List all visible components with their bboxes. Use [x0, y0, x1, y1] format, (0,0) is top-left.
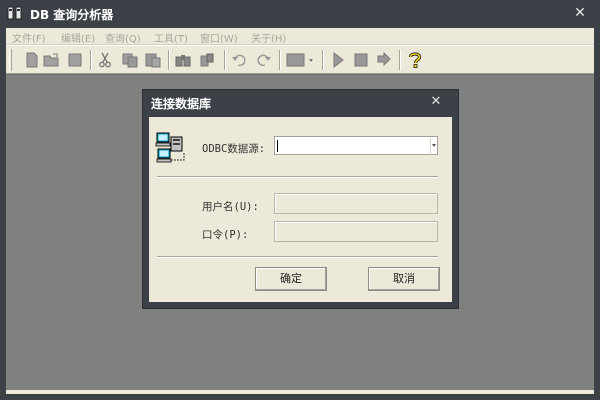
toolbar-separator: [399, 50, 401, 70]
save-icon[interactable]: [66, 51, 84, 69]
menu-edit[interactable]: 编辑(E): [61, 30, 95, 45]
paste-icon[interactable]: [144, 51, 162, 69]
dropdown-arrow-icon[interactable]: [430, 138, 436, 153]
dialog-body: ODBC数据源: 用户名(U): 口令(P): 确定 取消: [149, 117, 452, 302]
section-divider: [157, 256, 438, 258]
replace-icon[interactable]: [198, 51, 216, 69]
ok-button[interactable]: 确定: [255, 267, 327, 291]
toolbar-separator: [322, 50, 324, 70]
username-label: 用户名(U):: [202, 201, 259, 213]
app-icon: [7, 6, 22, 20]
menu-bar: 文件(F) 编辑(E) 查询(Q) 工具(T) 窗口(W) 关于(H): [6, 28, 594, 45]
text-cursor: [277, 140, 278, 152]
menu-tools[interactable]: 工具(T): [154, 30, 188, 45]
toolbar-separator: [279, 50, 281, 70]
database-select-icon[interactable]: [286, 51, 316, 69]
help-icon[interactable]: [406, 51, 424, 69]
run-icon[interactable]: [329, 51, 347, 69]
password-input[interactable]: [274, 221, 438, 242]
dialog-close-button[interactable]: ✕: [428, 93, 444, 111]
section-divider: [157, 176, 438, 178]
menu-file[interactable]: 文件(F): [12, 30, 46, 45]
odbc-source-select[interactable]: [274, 136, 438, 155]
main-titlebar: DB 查询分析器 ✕: [0, 0, 600, 28]
cut-icon[interactable]: [96, 51, 114, 69]
toolbar-separator: [224, 50, 226, 70]
toolbar-grip[interactable]: [9, 49, 12, 71]
copy-icon[interactable]: [121, 51, 139, 69]
odbc-source-label: ODBC数据源:: [202, 143, 266, 155]
cancel-button[interactable]: 取消: [368, 267, 440, 291]
computer-network-icon: [155, 132, 185, 163]
window-title: DB 查询分析器: [30, 8, 114, 22]
toolbar-separator: [168, 50, 170, 70]
open-folder-icon[interactable]: [43, 51, 61, 69]
new-file-icon[interactable]: [23, 51, 41, 69]
window-close-button[interactable]: ✕: [572, 4, 588, 22]
toolbar: [6, 45, 594, 74]
connect-database-dialog: 连接数据库 ✕ ODBC数据源: 用户名(U): 口令(P): 确定 取消: [143, 90, 458, 308]
status-bar: [6, 390, 594, 394]
stop-icon[interactable]: [352, 51, 370, 69]
find-icon[interactable]: [174, 51, 192, 69]
toolbar-separator: [90, 50, 92, 70]
username-input[interactable]: [274, 193, 438, 214]
menu-about[interactable]: 关于(H): [251, 30, 286, 45]
redo-icon[interactable]: [255, 51, 273, 69]
step-icon[interactable]: [375, 51, 393, 69]
password-label: 口令(P):: [202, 229, 249, 241]
dialog-title: 连接数据库: [151, 97, 212, 111]
menu-window[interactable]: 窗口(W): [200, 30, 238, 45]
menu-query[interactable]: 查询(Q): [105, 30, 141, 45]
undo-icon[interactable]: [230, 51, 248, 69]
